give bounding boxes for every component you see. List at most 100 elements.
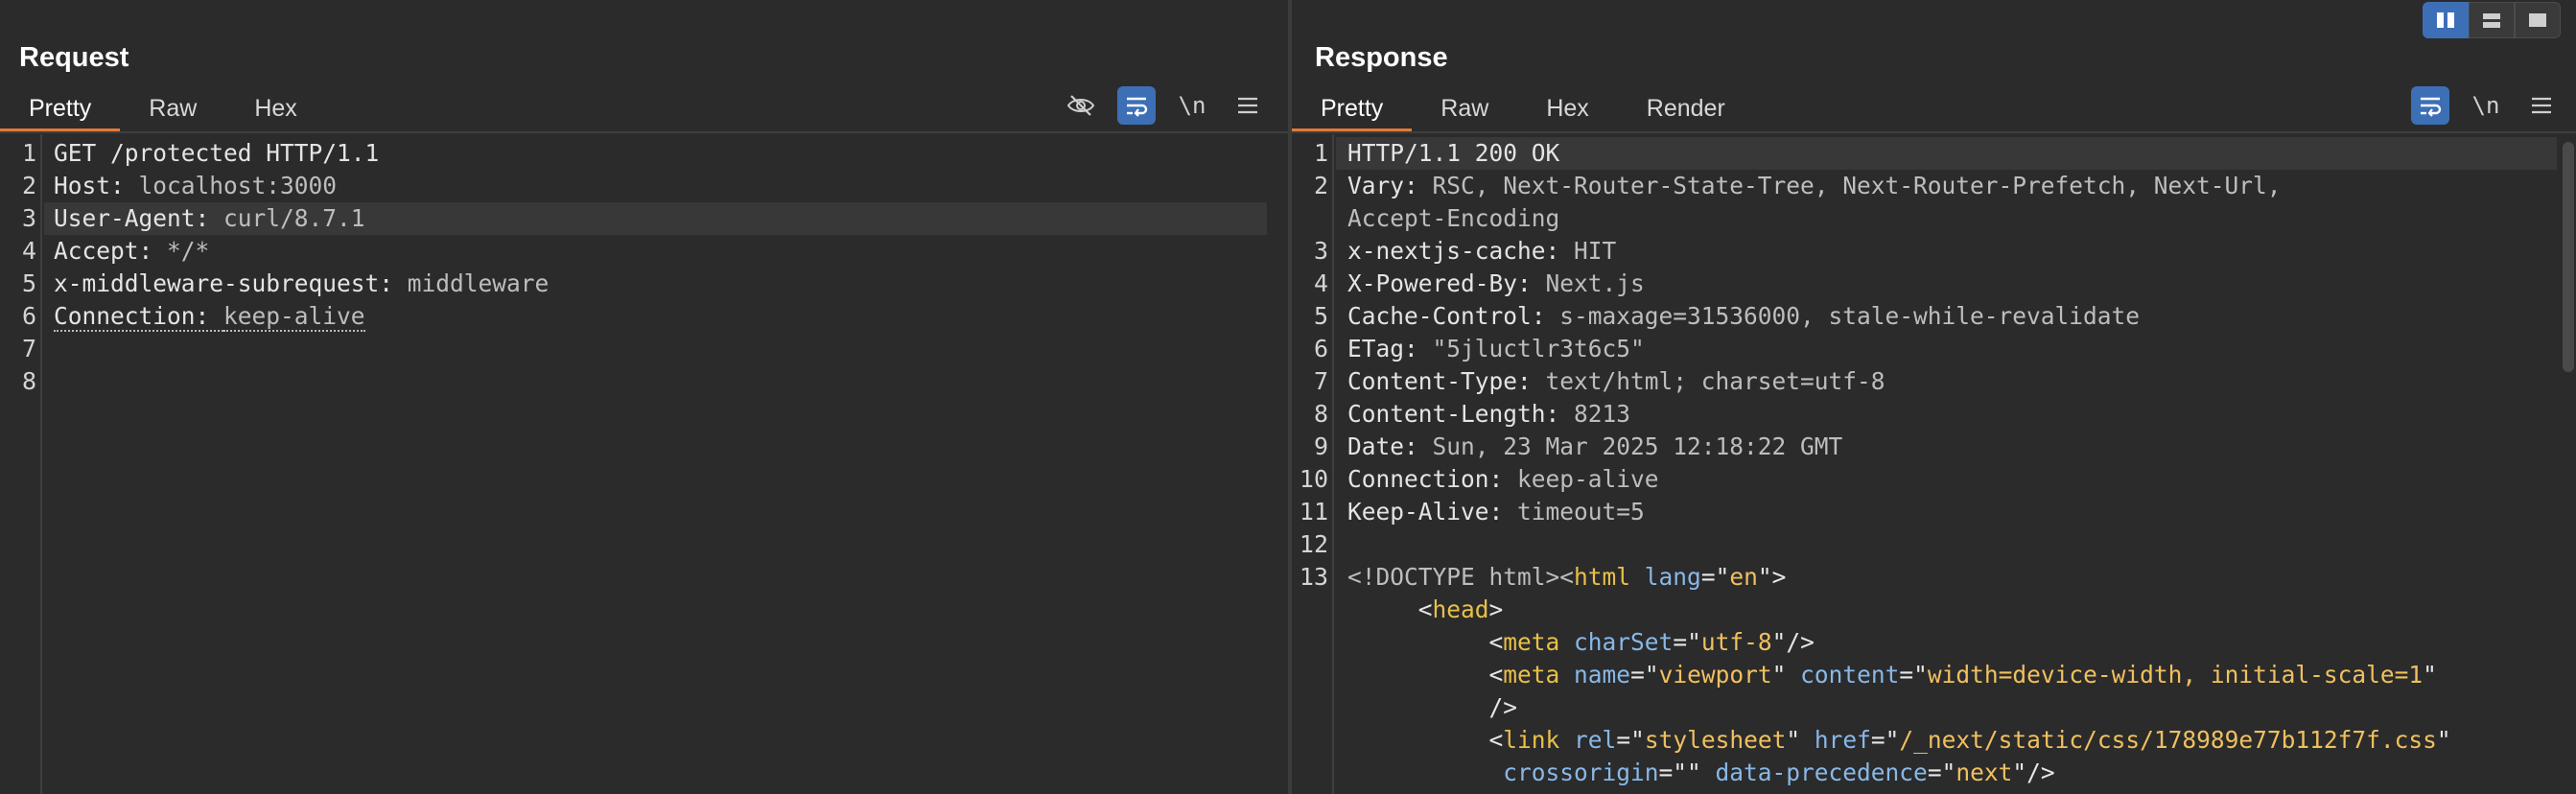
single-layout-button[interactable]: [2515, 2, 2561, 38]
code-token: Content-Type:: [1347, 367, 1546, 395]
code-token: curl/8.7.1: [223, 204, 365, 232]
code-token: link: [1503, 726, 1560, 754]
line-number: 4: [1313, 269, 1328, 297]
code-token: width=device-width, initial-scale=1: [1927, 661, 2424, 689]
response-menu-button[interactable]: [2522, 86, 2561, 125]
line-number: 6: [1313, 335, 1328, 362]
code-token: href: [1814, 726, 1871, 754]
columns-icon: [2437, 12, 2454, 28]
code-token: timeout=5: [1517, 498, 1645, 525]
code-token: Vary:: [1347, 172, 1433, 199]
response-tab-render[interactable]: Render: [1618, 84, 1754, 132]
code-token: Next.js: [1545, 269, 1645, 297]
code-token: "5jluctlr3t6c5": [1432, 335, 1645, 362]
code-token: meta: [1503, 628, 1560, 656]
code-token: =": [1673, 628, 1701, 656]
response-tab-hex[interactable]: Hex: [1517, 84, 1617, 132]
line-number: 4: [21, 237, 36, 265]
code-token: =": [1899, 661, 1928, 689]
stacked-layout-button[interactable]: [2469, 2, 2515, 38]
hamburger-menu-icon: [1238, 97, 1257, 114]
layout-switch: [2423, 2, 2561, 38]
code-token: en: [1729, 563, 1758, 591]
code-token: ": [1771, 661, 1801, 689]
code-token: keep-alive: [1517, 465, 1659, 493]
code-line: x-middleware-subrequest: middleware: [54, 268, 549, 300]
line-number: [1292, 757, 1328, 789]
code-line: <link rel="stylesheet" href="/_next/stat…: [1347, 724, 2451, 757]
wrap-icon: [1127, 97, 1148, 117]
wrap-icon: [2421, 97, 2442, 117]
code-line: Accept-Encoding: [1347, 202, 1559, 235]
code-token: rel: [1574, 726, 1617, 754]
code-line: ETag: "5jluctlr3t6c5": [1347, 333, 1645, 365]
code-token: GET /protected HTTP/1.1: [54, 139, 380, 167]
show-newlines-button[interactable]: \n: [1173, 86, 1211, 125]
line-number: 2: [1313, 172, 1328, 199]
request-title: Request: [19, 42, 129, 73]
code-line: <meta name="viewport" content="width=dev…: [1347, 659, 2437, 691]
request-tab-hex[interactable]: Hex: [225, 84, 325, 132]
response-editor[interactable]: 1 HTTP/1.1 200 OK 2 Vary: RSC, Next-Router-…: [1292, 134, 2576, 794]
code-token: ": [2436, 726, 2451, 754]
code-token: User-Agent:: [54, 204, 224, 232]
line-number: 3: [21, 204, 36, 232]
eye-slash-icon: [1066, 95, 1095, 116]
line-number: 13: [1299, 563, 1328, 591]
code-line: Content-Length: 8213: [1347, 398, 1630, 431]
code-line: <head>: [1347, 594, 1504, 626]
rows-icon: [2483, 13, 2500, 28]
line-number: 10: [1299, 465, 1328, 493]
code-token: Date:: [1347, 432, 1433, 460]
code-token: "/>: [1771, 628, 1815, 656]
code-token: meta: [1503, 661, 1560, 689]
line-number: 1: [1313, 139, 1328, 167]
request-pane: Request Pretty Raw Hex \n 1 GET /protect…: [0, 0, 1288, 794]
word-wrap-button[interactable]: [1117, 86, 1156, 125]
code-line: Content-Type: text/html; charset=utf-8: [1347, 365, 1885, 398]
line-number: 12: [1299, 530, 1328, 558]
code-token: >: [1488, 596, 1504, 623]
code-line: Cache-Control: s-maxage=31536000, stale-…: [1347, 300, 2140, 333]
line-number: [1292, 724, 1328, 757]
request-menu-button[interactable]: [1229, 86, 1267, 125]
code-line: User-Agent: curl/8.7.1: [54, 202, 365, 235]
code-line: Keep-Alive: timeout=5: [1347, 496, 1645, 528]
code-token: Accept:: [54, 237, 168, 265]
request-tab-raw[interactable]: Raw: [120, 84, 225, 132]
code-token: ": [2423, 661, 2437, 689]
code-token: />: [1347, 693, 1518, 721]
request-tab-pretty[interactable]: Pretty: [0, 84, 121, 132]
code-line: <meta charSet="utf-8"/>: [1347, 626, 1815, 659]
side-by-side-layout-button[interactable]: [2423, 2, 2469, 38]
code-line: Vary: RSC, Next-Router-State-Tree, Next-…: [1347, 170, 2282, 202]
response-word-wrap-button[interactable]: [2411, 86, 2449, 125]
response-show-newlines-button[interactable]: \n: [2467, 86, 2505, 125]
line-number: [1292, 202, 1328, 235]
line-number: 1: [21, 139, 36, 167]
code-token: <: [1347, 726, 1504, 754]
line-number: [1292, 626, 1328, 659]
request-editor[interactable]: 1 GET /protected HTTP/1.1 2 Host: localhost…: [0, 134, 1288, 794]
code-token: <: [1347, 596, 1433, 623]
response-tab-raw[interactable]: Raw: [1412, 84, 1517, 132]
code-token: next: [1955, 759, 2013, 786]
code-line: Connection: keep-alive: [1347, 463, 1659, 496]
line-number: 11: [1299, 498, 1328, 525]
code-token: X-Powered-By:: [1347, 269, 1546, 297]
code-line: HTTP/1.1 200 OK: [1347, 137, 1559, 170]
line-number: [1292, 691, 1328, 724]
code-token: 8213: [1574, 400, 1631, 428]
code-line: <!DOCTYPE html><html lang="en">: [1347, 561, 1786, 594]
code-token: ="": [1658, 759, 1716, 786]
code-token: name: [1574, 661, 1631, 689]
code-line: Accept: */*: [54, 235, 209, 268]
code-token: =": [1870, 726, 1900, 754]
response-tab-pretty[interactable]: Pretty: [1292, 84, 1413, 132]
hide-non-printable-button[interactable]: [1062, 86, 1100, 125]
response-scrollbar[interactable]: [2563, 142, 2574, 372]
